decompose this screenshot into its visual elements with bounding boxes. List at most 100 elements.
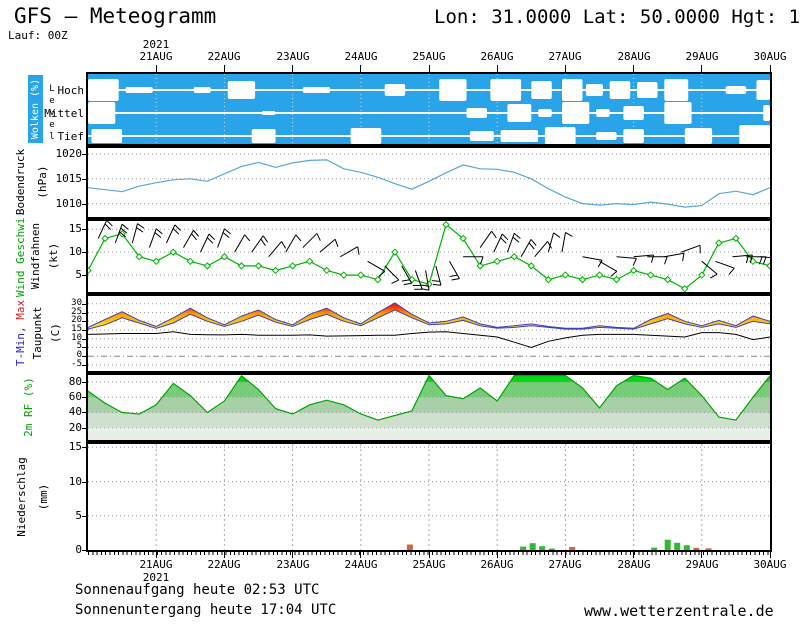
tick-label: 1020	[42, 147, 82, 160]
tick-label: 22AUG	[199, 558, 249, 571]
tick-label	[360, 552, 361, 558]
tick-label	[565, 552, 566, 558]
temperature-panel	[86, 294, 772, 373]
tick-label: 29AUG	[677, 50, 727, 63]
tick-label	[82, 356, 86, 357]
tick-label	[82, 179, 86, 180]
tick-label	[701, 552, 702, 558]
tick-label	[82, 482, 86, 483]
tick-label	[224, 552, 225, 558]
tick-label	[82, 447, 86, 448]
tick-label	[429, 552, 430, 558]
surface-pressure-panel	[86, 146, 772, 219]
tick-label: 25AUG	[404, 50, 454, 63]
tick-label	[82, 321, 86, 322]
tick-label: 15	[42, 440, 82, 453]
page-title: GFS — Meteogramm	[14, 4, 216, 28]
tick-label: 28AUG	[609, 50, 659, 63]
tick-label	[292, 552, 293, 558]
clouds-axis-title: Wolken (%)	[28, 75, 43, 143]
temperature-axis-title: T-Min, Max	[14, 297, 27, 369]
tmin-label: T-Min,	[14, 326, 27, 366]
precipitation-panel	[86, 442, 772, 552]
humidity-chart	[88, 375, 770, 440]
tick-label	[565, 65, 566, 72]
tick-label: 1010	[42, 197, 82, 210]
tick-label: 21AUG	[131, 50, 181, 63]
tick-label: 23AUG	[268, 50, 318, 63]
tick-label	[156, 552, 157, 558]
wind-chart	[88, 221, 770, 292]
tick-label	[82, 412, 86, 413]
tick-label	[82, 550, 86, 551]
tick-label	[82, 347, 86, 348]
pressure-axis-title: Bodendruck	[14, 142, 27, 222]
tmax-label: Max	[14, 300, 27, 320]
model-run-label: Lauf: 00Z	[8, 29, 68, 42]
tick-label	[82, 365, 86, 366]
tick-label	[156, 65, 157, 72]
tick-label: 2021	[131, 571, 181, 584]
tick-label	[497, 552, 498, 558]
tick-label	[770, 552, 771, 558]
tick-label: 29AUG	[677, 558, 727, 571]
tick-label: 23AUG	[268, 558, 318, 571]
surface-pressure-chart	[88, 148, 770, 217]
humidity-panel	[86, 373, 772, 442]
tick-label	[82, 516, 86, 517]
level-label-tief: Tief	[44, 130, 84, 143]
tick-label	[701, 65, 702, 72]
tick-label: 1015	[42, 172, 82, 185]
tick-label: 28AUG	[609, 558, 659, 571]
tick-label: 26AUG	[472, 558, 522, 571]
cloud-cover-chart	[88, 74, 770, 144]
wind-axis-title: Wind Geschwi.	[14, 217, 27, 297]
cloud-cover-panel	[86, 72, 772, 146]
temperature-chart	[88, 296, 770, 371]
tick-label: 24AUG	[336, 558, 386, 571]
tick-label	[82, 339, 86, 340]
tick-label: 0	[42, 543, 82, 556]
tick-label: 2021	[131, 38, 181, 51]
level-label-hoch: Hoch	[44, 84, 84, 97]
tick-label	[82, 313, 86, 314]
tick-label	[82, 275, 86, 276]
tick-label: -5	[42, 358, 82, 371]
tick-label	[429, 65, 430, 72]
precipitation-chart	[88, 444, 770, 550]
tick-label: 40	[42, 405, 82, 418]
tick-label: 27AUG	[540, 558, 590, 571]
tick-label: 20	[42, 421, 82, 434]
tick-label: 25AUG	[404, 558, 454, 571]
tick-label	[224, 65, 225, 72]
level-label-mittel: Mittel	[44, 107, 84, 120]
website-label: www.wetterzentrale.de	[584, 602, 774, 620]
tick-label	[82, 204, 86, 205]
tick-label	[82, 154, 86, 155]
tick-label	[82, 330, 86, 331]
tick-label	[633, 65, 634, 72]
wind-barbs-label: Windfahnen	[29, 221, 42, 291]
tick-label: 15	[42, 222, 82, 235]
sunrise-label: Sonnenaufgang heute 02:53 UTC	[75, 582, 319, 598]
meteogram-page: GFS — Meteogramm Lon: 31.0000 Lat: 50.00…	[0, 0, 800, 625]
coordinates-label: Lon: 31.0000 Lat: 50.0000 Hgt: 1	[434, 6, 800, 28]
tick-label	[82, 397, 86, 398]
tick-label: 80	[42, 375, 82, 388]
tick-label	[82, 252, 86, 253]
tick-label: 5	[42, 509, 82, 522]
tick-label	[82, 229, 86, 230]
tick-label: 5	[42, 268, 82, 281]
tick-label	[497, 65, 498, 72]
tick-label: 26AUG	[472, 50, 522, 63]
tick-label: 21AUG	[131, 558, 181, 571]
sunset-label: Sonnenuntergang heute 17:04 UTC	[75, 602, 336, 618]
tick-label: 10	[42, 245, 82, 258]
tick-label: 30AUG	[745, 50, 795, 63]
tick-label	[82, 428, 86, 429]
tick-label	[633, 552, 634, 558]
wind-panel	[86, 219, 772, 294]
tick-label	[292, 65, 293, 72]
tick-label: 27AUG	[540, 50, 590, 63]
tick-label	[82, 304, 86, 305]
